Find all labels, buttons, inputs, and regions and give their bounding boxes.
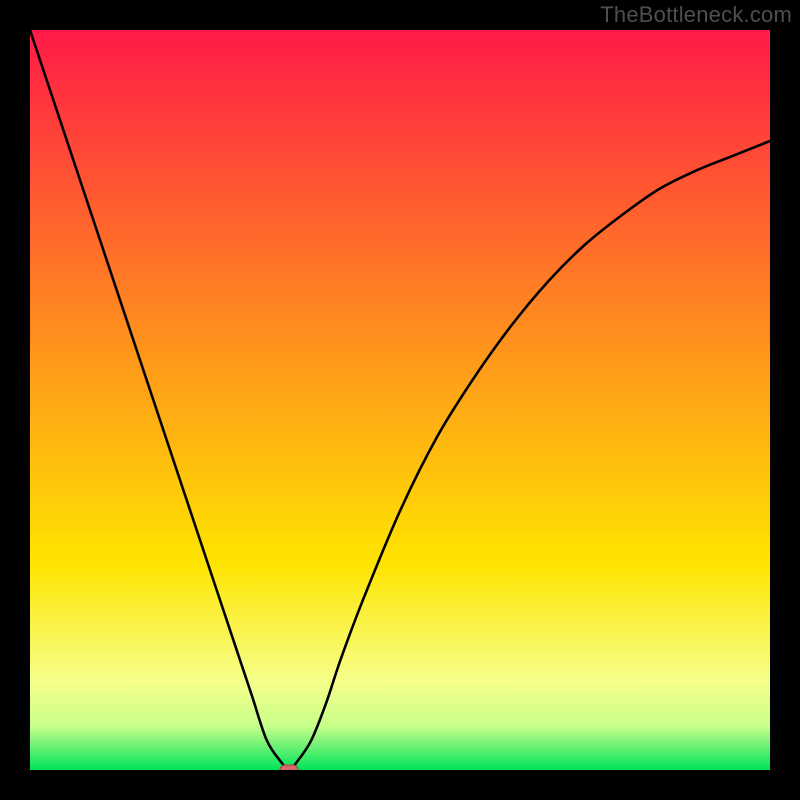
plot-area — [30, 30, 770, 770]
optimal-point-marker — [280, 765, 298, 770]
chart-frame: TheBottleneck.com — [0, 0, 800, 800]
gradient-background — [30, 30, 770, 770]
chart-svg — [30, 30, 770, 770]
watermark-text: TheBottleneck.com — [600, 2, 792, 28]
